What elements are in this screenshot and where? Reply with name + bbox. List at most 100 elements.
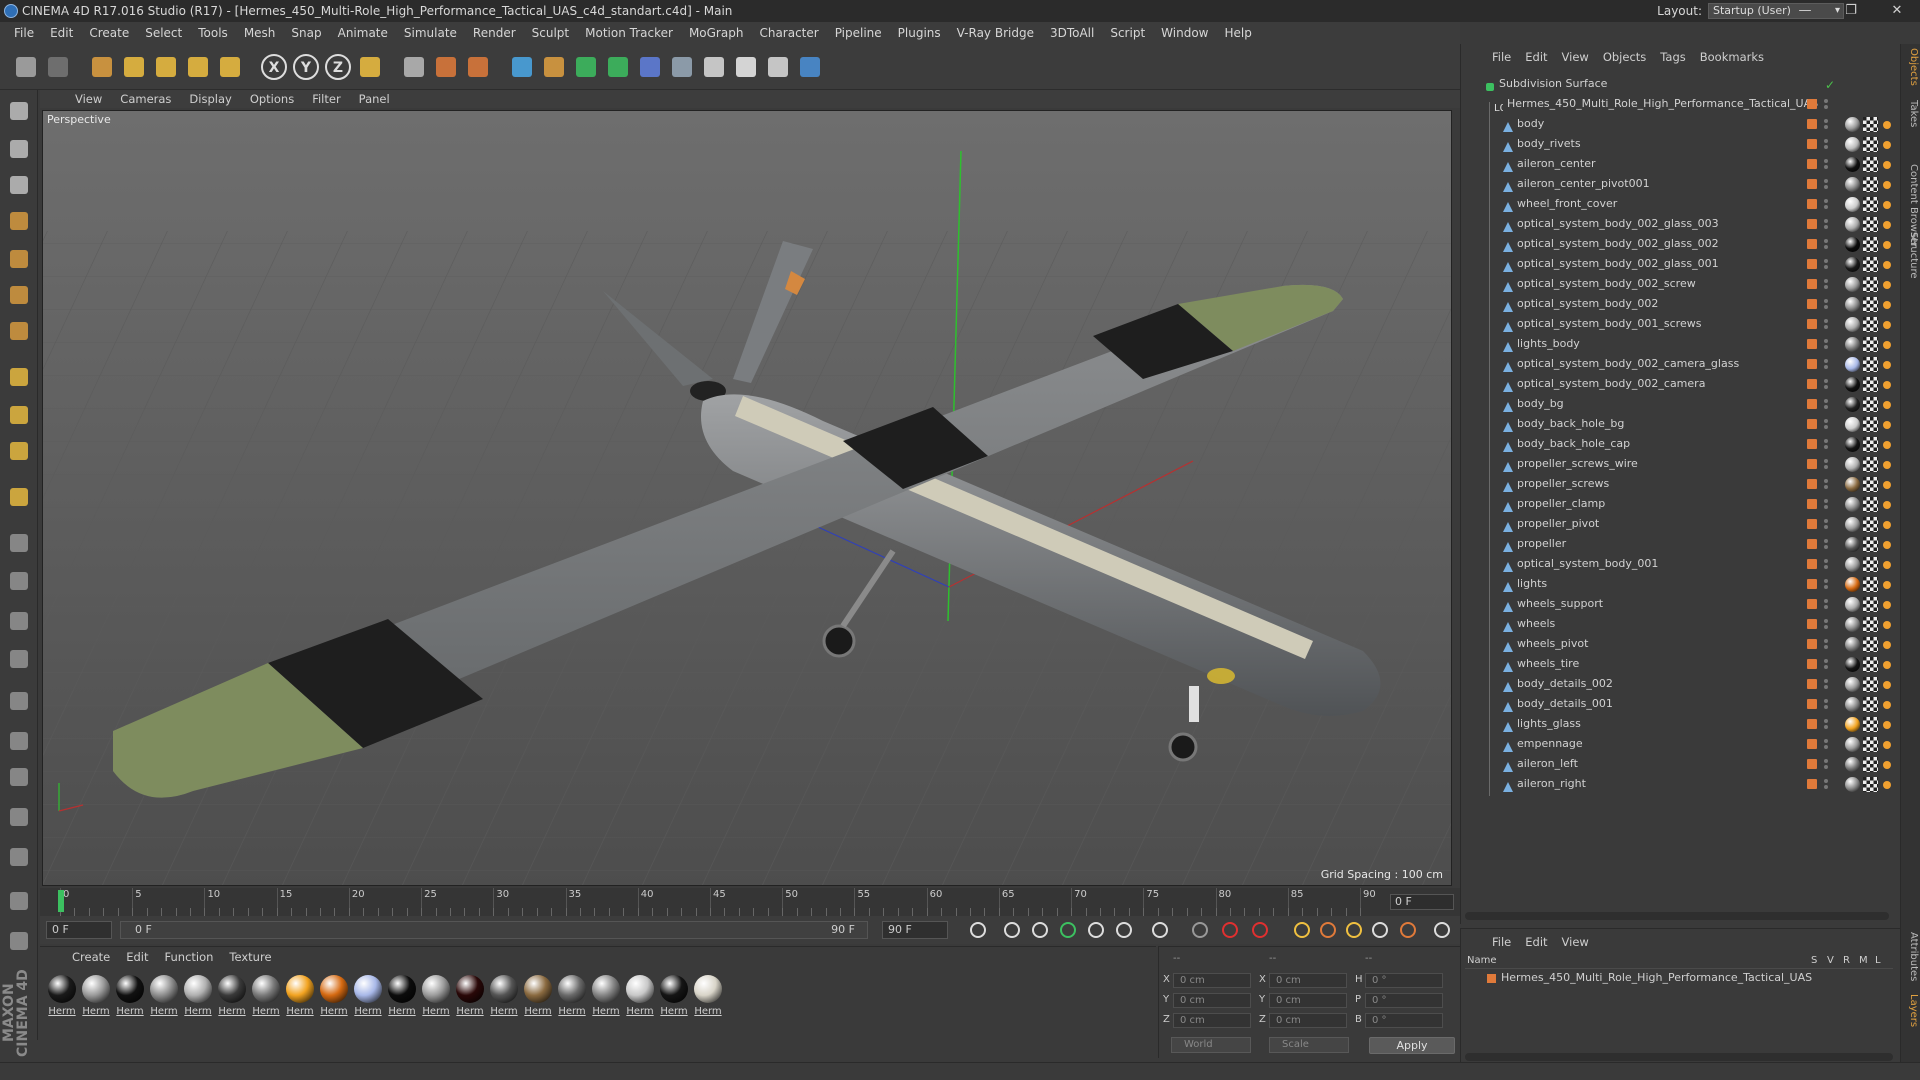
viewport-menu-cameras[interactable]: Cameras xyxy=(111,92,180,106)
uvw-tag-icon[interactable] xyxy=(1863,417,1878,432)
layer-color-tag[interactable] xyxy=(1807,719,1817,729)
layer-color-tag[interactable] xyxy=(1807,439,1817,449)
material-tag-icon[interactable] xyxy=(1845,217,1860,232)
object-row[interactable]: body_details_002 xyxy=(1461,674,1901,694)
rotation-b-field[interactable]: 0 ° xyxy=(1365,1013,1443,1028)
phong-tag-icon[interactable] xyxy=(1881,738,1893,750)
layer-color-tag[interactable] xyxy=(1807,279,1817,289)
visibility-dots-icon[interactable] xyxy=(1823,757,1829,771)
uvw-tag-icon[interactable] xyxy=(1863,757,1878,772)
layer-color-tag[interactable] xyxy=(1807,419,1817,429)
key-help-icon[interactable] xyxy=(1250,921,1270,939)
rotate-key-icon[interactable] xyxy=(1344,921,1364,939)
cube-icon[interactable] xyxy=(506,51,538,83)
object-row[interactable]: optical_system_body_002_camera_glass xyxy=(1461,354,1901,374)
uvw-tag-icon[interactable] xyxy=(1863,137,1878,152)
viewport-menu-options[interactable]: Options xyxy=(241,92,303,106)
object-row[interactable]: wheels xyxy=(1461,614,1901,634)
material-tag-icon[interactable] xyxy=(1845,357,1860,372)
tweak-mode-icon[interactable] xyxy=(3,400,35,430)
uvw-tag-icon[interactable] xyxy=(1863,517,1878,532)
coordinate-mode-dropdown[interactable]: World xyxy=(1171,1037,1251,1053)
visibility-dots-icon[interactable] xyxy=(1823,397,1829,411)
phong-tag-icon[interactable] xyxy=(1881,238,1893,250)
layer-color-tag[interactable] xyxy=(1807,519,1817,529)
playhead-marker[interactable] xyxy=(58,890,64,912)
layer-color-tag[interactable] xyxy=(1807,159,1817,169)
layer-color-tag[interactable] xyxy=(1807,259,1817,269)
inflate-brush-icon[interactable] xyxy=(3,686,35,716)
object-row[interactable]: propeller_screws xyxy=(1461,474,1901,494)
material-swatch[interactable]: Herm xyxy=(284,975,316,1019)
visibility-dots-icon[interactable] xyxy=(1823,677,1829,691)
object-menu-file[interactable]: File xyxy=(1485,50,1518,64)
material-menu-function[interactable]: Function xyxy=(157,950,222,964)
uvw-tag-icon[interactable] xyxy=(1863,557,1878,572)
material-tag-icon[interactable] xyxy=(1845,177,1860,192)
render-picture-viewer-icon[interactable] xyxy=(430,51,462,83)
move-icon[interactable] xyxy=(118,51,150,83)
phong-tag-icon[interactable] xyxy=(1881,638,1893,650)
previous-key-icon[interactable] xyxy=(1002,921,1022,939)
uvw-tag-icon[interactable] xyxy=(1863,717,1878,732)
python-script-icon[interactable] xyxy=(3,926,35,956)
layer-menu-view[interactable]: View xyxy=(1555,935,1596,949)
menu-help[interactable]: Help xyxy=(1216,22,1259,44)
visibility-dots-icon[interactable] xyxy=(1823,377,1829,391)
object-row[interactable]: propeller_pivot xyxy=(1461,514,1901,534)
menu-edit[interactable]: Edit xyxy=(42,22,81,44)
object-manager-scrollbar[interactable] xyxy=(1465,912,1889,920)
preview-range-slider[interactable]: 0 F 90 F xyxy=(120,921,868,939)
object-row[interactable]: propeller_clamp xyxy=(1461,494,1901,514)
pull-brush-icon[interactable] xyxy=(3,606,35,636)
material-tag-icon[interactable] xyxy=(1845,277,1860,292)
object-row[interactable]: optical_system_body_002_screw xyxy=(1461,274,1901,294)
menu-character[interactable]: Character xyxy=(751,22,826,44)
object-row[interactable]: aileron_left xyxy=(1461,754,1901,774)
scale-key-icon[interactable] xyxy=(1318,921,1338,939)
phong-tag-icon[interactable] xyxy=(1881,378,1893,390)
layer-color-tag[interactable] xyxy=(1807,179,1817,189)
go-to-start-icon[interactable] xyxy=(968,921,988,939)
phong-tag-icon[interactable] xyxy=(1881,698,1893,710)
uvw-tag-icon[interactable] xyxy=(1863,597,1878,612)
object-row[interactable]: optical_system_body_002_camera xyxy=(1461,374,1901,394)
object-row-hermes-group[interactable]: L0 Hermes_450_Multi_Role_High_Performance… xyxy=(1461,94,1901,114)
object-row[interactable]: body_back_hole_bg xyxy=(1461,414,1901,434)
phong-tag-icon[interactable] xyxy=(1881,758,1893,770)
layer-row[interactable]: Hermes_450_Multi_Role_High_Performance_T… xyxy=(1465,971,1893,987)
object-row[interactable]: wheel_front_cover xyxy=(1461,194,1901,214)
phong-tag-icon[interactable] xyxy=(1881,578,1893,590)
object-row[interactable]: optical_system_body_001_screws xyxy=(1461,314,1901,334)
workplane-icon[interactable] xyxy=(3,206,35,236)
enabled-check-icon[interactable]: ✓ xyxy=(1825,75,1835,95)
menu-select[interactable]: Select xyxy=(137,22,190,44)
phong-tag-icon[interactable] xyxy=(1881,618,1893,630)
menu-create[interactable]: Create xyxy=(81,22,137,44)
menu-render[interactable]: Render xyxy=(465,22,524,44)
undo-icon[interactable] xyxy=(10,51,42,83)
material-tag-icon[interactable] xyxy=(1845,617,1860,632)
material-tag-icon[interactable] xyxy=(1845,737,1860,752)
render-view-icon[interactable] xyxy=(398,51,430,83)
timeline-ruler[interactable]: 0 5 10 15 20 25 30 35 40 45 50 55 60 65 70 75 80 85 90 0 F xyxy=(40,888,1460,916)
apply-button[interactable]: Apply xyxy=(1369,1037,1455,1054)
material-tag-icon[interactable] xyxy=(1845,457,1860,472)
material-swatch[interactable]: Herm xyxy=(454,975,486,1019)
menu-pipeline[interactable]: Pipeline xyxy=(827,22,890,44)
uvw-tag-icon[interactable] xyxy=(1863,777,1878,792)
menu-snap[interactable]: Snap xyxy=(283,22,329,44)
material-swatch[interactable]: Herm xyxy=(250,975,282,1019)
uvw-tag-icon[interactable] xyxy=(1863,177,1878,192)
phong-tag-icon[interactable] xyxy=(1881,138,1893,150)
material-tag-icon[interactable] xyxy=(1845,677,1860,692)
object-row[interactable]: body_details_001 xyxy=(1461,694,1901,714)
texture-mode-icon[interactable] xyxy=(3,170,35,200)
position-x-field[interactable]: 0 cm xyxy=(1173,973,1251,988)
coordinate-system-icon[interactable] xyxy=(354,51,386,83)
visibility-dots-icon[interactable] xyxy=(1823,97,1829,111)
phong-tag-icon[interactable] xyxy=(1881,778,1893,790)
layer-color-tag[interactable] xyxy=(1807,679,1817,689)
param-key-icon[interactable] xyxy=(1370,921,1390,939)
visibility-dots-icon[interactable] xyxy=(1823,577,1829,591)
